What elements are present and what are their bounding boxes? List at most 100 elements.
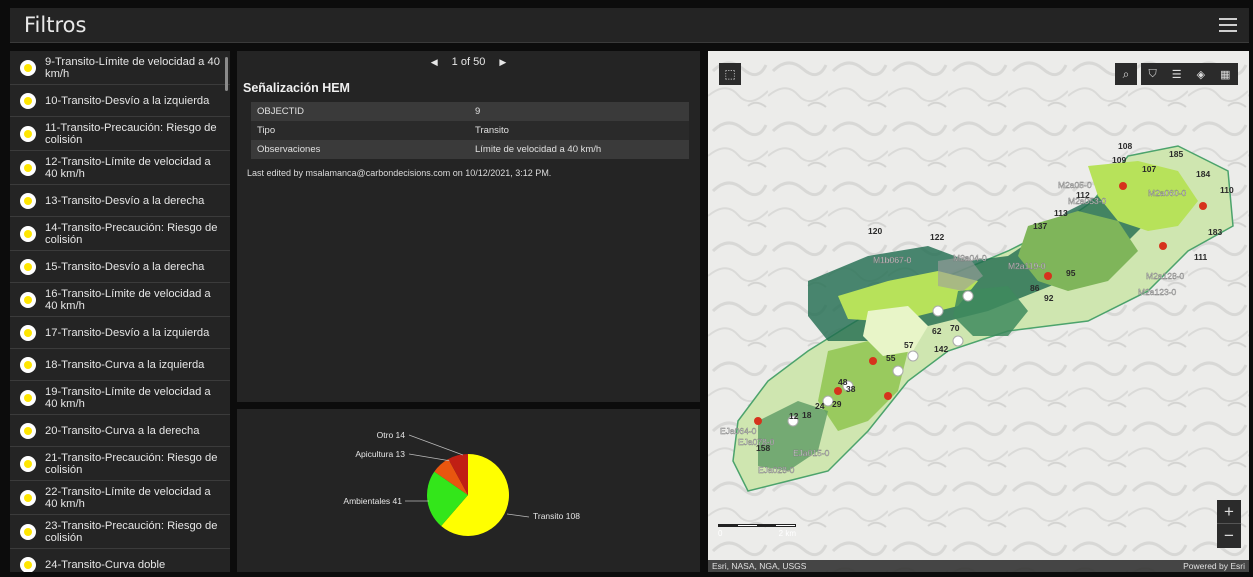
attribution-text: Esri, NASA, NGA, USGS <box>712 561 807 571</box>
zoom-in-button[interactable]: + <box>1217 500 1241 524</box>
map-label: 95 <box>1066 268 1076 278</box>
zoom-control: + − <box>1217 500 1241 548</box>
list-item[interactable]: 17-Transito-Desvío a la izquierda <box>10 317 230 349</box>
point-symbol-icon <box>20 159 36 176</box>
scale-bar: 0 2 km <box>718 524 796 538</box>
list-item[interactable]: 11-Transito-Precaución: Riesgo de colisi… <box>10 117 230 151</box>
map-label: 48 <box>838 377 848 387</box>
bookmark-icon[interactable]: ⛉ <box>1149 68 1157 81</box>
next-icon[interactable]: ▶ <box>499 57 506 68</box>
leader-line <box>408 434 464 456</box>
point-symbol-icon <box>20 455 36 472</box>
list-item[interactable]: 15-Transito-Desvío a la derecha <box>10 251 230 283</box>
powered-by-text[interactable]: Powered by Esri <box>1183 561 1245 571</box>
list-item-label: 11-Transito-Precaución: Riesgo de colisi… <box>45 121 217 146</box>
feature-label: M2a119-0 <box>1008 261 1046 271</box>
table-row: Observaciones Límite de velocidad a 40 k… <box>251 140 689 159</box>
list-item-label: 21-Transito-Precaución: Riesgo de colisi… <box>45 451 218 476</box>
page-title: Filtros <box>24 13 87 37</box>
table-row: OBJECTID 9 <box>251 102 689 121</box>
list-item[interactable]: 9-Transito-Límite de velocidad a 40 km/h <box>10 51 230 85</box>
list-item-label: 16-Transito-Límite de velocidad a 40 km/… <box>45 287 211 312</box>
app-header: Filtros <box>10 8 1249 43</box>
list-item[interactable]: 24-Transito-Curva doble <box>10 549 230 572</box>
list-item[interactable]: 10-Transito-Desvío a la izquierda <box>10 85 230 117</box>
list-item[interactable]: 20-Transito-Curva a la derecha <box>10 415 230 447</box>
table-row: Tipo Transito <box>251 121 689 140</box>
point-symbol-icon <box>20 225 36 242</box>
feature-label: EJa028-0 <box>758 465 795 475</box>
map-label: 109 <box>1112 155 1126 165</box>
map-label: 137 <box>1033 221 1047 231</box>
map-label: 111 <box>1194 252 1208 262</box>
attr-value: 9 <box>469 102 689 121</box>
list-item[interactable]: 22-Transito-Límite de velocidad a 40 km/… <box>10 481 230 515</box>
list-item-label: 13-Transito-Desvío a la derecha <box>45 194 205 207</box>
feature-label: EJa015-0 <box>793 448 830 458</box>
list-item[interactable]: 21-Transito-Precaución: Riesgo de colisi… <box>10 447 230 481</box>
slice-label: Otro 14 <box>377 430 406 440</box>
point-symbol-icon <box>20 258 36 275</box>
list-item[interactable]: 18-Transito-Curva a la izquierda <box>10 349 230 381</box>
map-label: 110 <box>1220 185 1234 195</box>
slice-label: Transito 108 <box>533 511 580 521</box>
scale-start: 0 <box>718 529 723 538</box>
feature-title: Señalización HEM <box>243 81 350 95</box>
point-symbol-icon <box>20 489 36 506</box>
list-item-label: 9-Transito-Límite de velocidad a 40 km/h <box>45 55 220 80</box>
map-label: 70 <box>950 323 960 333</box>
list-item[interactable]: 19-Transito-Límite de velocidad a 40 km/… <box>10 381 230 415</box>
point-symbol-icon <box>20 324 36 341</box>
map-label: 86 <box>1030 283 1040 293</box>
zoom-out-button[interactable]: − <box>1217 524 1241 548</box>
map-label: 122 <box>930 232 944 242</box>
attr-key: OBJECTID <box>251 102 469 121</box>
list-item-label: 24-Transito-Curva doble <box>45 558 166 571</box>
map-label: 92 <box>1044 293 1054 303</box>
search-icon[interactable]: ⌕ <box>1115 63 1137 85</box>
pie-chart-panel: Transito 108 Ambientales 41 Apicultura 13 O… <box>237 409 700 572</box>
pager-text: 1 of 50 <box>451 56 486 68</box>
legend-icon[interactable]: ☰ <box>1172 68 1182 81</box>
attr-value: Límite de velocidad a 40 km/h <box>469 140 689 159</box>
map-attribution: Esri, NASA, NGA, USGS Powered by Esri <box>708 560 1249 572</box>
list-item-label: 22-Transito-Límite de velocidad a 40 km/… <box>45 485 211 510</box>
feature-label: M2a05-0 <box>1058 180 1092 190</box>
select-icon[interactable]: ⬚ <box>719 63 741 85</box>
list-item[interactable]: 23-Transito-Precaución: Riesgo de colisi… <box>10 515 230 549</box>
feature-detail-panel: ◀ 1 of 50 ▶ Señalización HEM OBJECTID 9 … <box>237 51 700 402</box>
leader-line <box>408 453 452 462</box>
map-view[interactable]: 108 109 185 107 184 110 120 122 183 111 112 113 137 1… <box>708 51 1249 572</box>
list-item-label: 20-Transito-Curva a la derecha <box>45 424 200 437</box>
attr-value: Transito <box>469 121 689 140</box>
list-item-label: 19-Transito-Límite de velocidad a 40 km/… <box>45 385 211 410</box>
feature-label: M2a04-0 <box>953 253 987 263</box>
point-symbol-icon <box>20 356 36 373</box>
feature-label: M1b067-0 <box>873 255 912 265</box>
map-label: 24 <box>815 401 825 411</box>
point-symbol-icon <box>20 192 36 209</box>
map-label: 142 <box>934 344 948 354</box>
previous-icon[interactable]: ◀ <box>431 57 438 68</box>
map-canvas[interactable]: 108109185107 184110120122 1831111121131371… <box>708 51 1249 572</box>
list-item[interactable]: 16-Transito-Límite de velocidad a 40 km/… <box>10 283 230 317</box>
map-label: 107 <box>1142 164 1156 174</box>
layers-icon[interactable]: ◈ <box>1197 68 1205 81</box>
leader-line <box>506 513 530 518</box>
map-label: 183 <box>1208 227 1222 237</box>
list-item-label: 17-Transito-Desvío a la izquierda <box>45 326 210 339</box>
list-item[interactable]: 13-Transito-Desvío a la derecha <box>10 185 230 217</box>
slice-label: Ambientales 41 <box>343 496 402 506</box>
map-label: 185 <box>1169 149 1183 159</box>
point-symbol-icon <box>20 59 36 76</box>
list-scrollbar[interactable] <box>225 57 228 91</box>
map-label: 18 <box>802 410 812 420</box>
list-item-label: 15-Transito-Desvío a la derecha <box>45 260 205 273</box>
list-item[interactable]: 14-Transito-Precaución: Riesgo de colisi… <box>10 217 230 251</box>
point-symbol-icon <box>20 556 36 572</box>
map-label: 113 <box>1054 208 1068 218</box>
menu-icon[interactable] <box>1219 18 1237 32</box>
list-item[interactable]: 12-Transito-Límite de velocidad a 40 km/… <box>10 151 230 185</box>
feature-label: M2a128-0 <box>1146 271 1185 281</box>
basemap-gallery-icon[interactable]: ▦ <box>1220 68 1230 81</box>
